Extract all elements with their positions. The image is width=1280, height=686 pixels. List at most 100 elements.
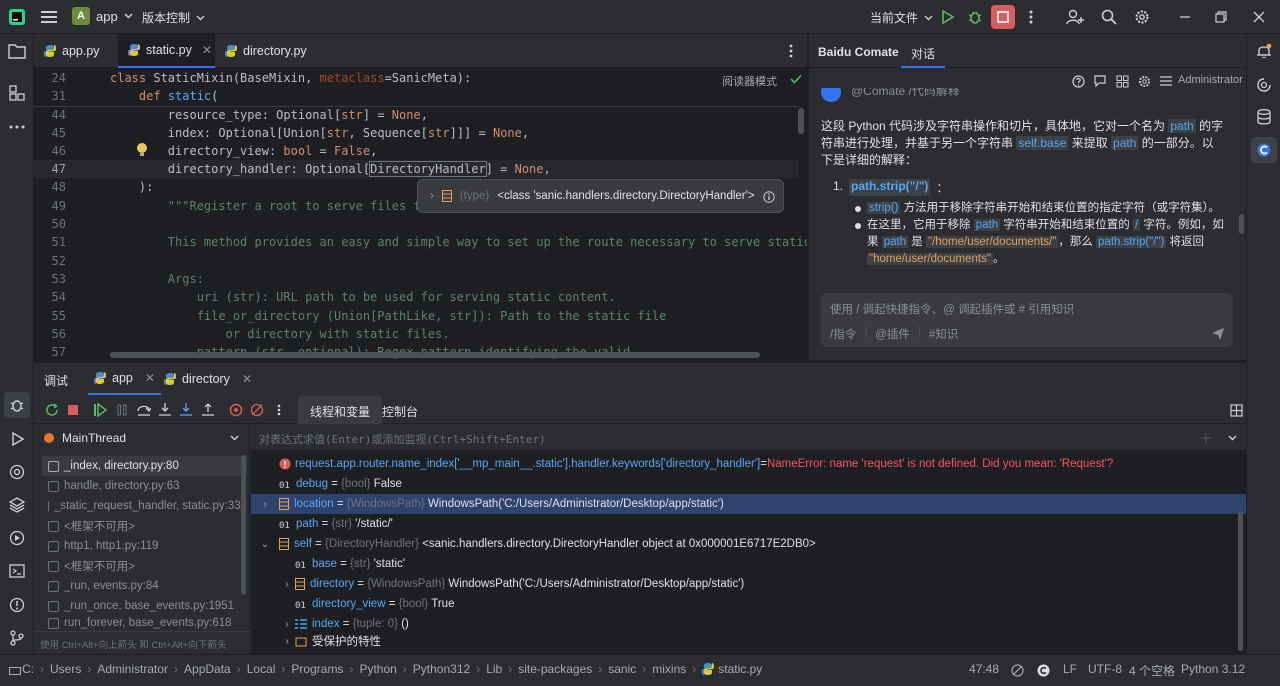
stack-frame[interactable]: _run, events.py:84: [42, 576, 247, 596]
vertical-scrollbar[interactable]: [798, 108, 804, 134]
variable-row-selected[interactable]: › location = {WindowsPath} WindowsPath('…: [251, 494, 1246, 514]
collapse-chevron-icon[interactable]: ⌄: [251, 539, 279, 550]
problems-icon[interactable]: [8, 596, 26, 614]
expand-chevron-icon[interactable]: ›: [279, 579, 295, 590]
send-icon[interactable]: [1211, 327, 1225, 341]
add-user-icon[interactable]: [1066, 8, 1084, 26]
info-icon[interactable]: [762, 190, 775, 203]
restore-icon[interactable]: [1212, 8, 1230, 26]
ai-assistant-icon[interactable]: [1255, 76, 1273, 94]
expand-chevron-icon[interactable]: ›: [279, 636, 295, 647]
horizontal-scrollbar[interactable]: [110, 352, 760, 358]
code-editor[interactable]: 24 class StaticMixin(BaseMixin, metaclass…: [34, 68, 807, 360]
notifications-bell-icon[interactable]: [1255, 42, 1273, 60]
breadcrumb-item[interactable]: site-packages: [518, 662, 592, 676]
breadcrumb-item[interactable]: Local: [247, 662, 276, 676]
minimize-icon[interactable]: [1176, 8, 1194, 26]
breadcrumb-item[interactable]: Users: [50, 662, 81, 676]
python-interpreter[interactable]: Python 3.12: [1181, 662, 1245, 676]
close-window-icon[interactable]: [1250, 8, 1268, 26]
help-icon[interactable]: [1071, 74, 1085, 88]
breadcrumb-item[interactable]: C:: [22, 662, 34, 676]
debug-tool-icon[interactable]: [4, 392, 30, 418]
resume-icon[interactable]: [92, 402, 108, 418]
structure-icon[interactable]: [8, 84, 26, 102]
chevron-down-icon[interactable]: [1225, 431, 1239, 445]
tab-static-py[interactable]: static.py ✕: [118, 34, 215, 68]
chat-scrollbar[interactable]: [1239, 214, 1244, 234]
tab-app-py[interactable]: app.py: [34, 34, 118, 68]
stack-frame[interactable]: run_forever, base_events.py:618: [42, 616, 247, 630]
project-folder-icon[interactable]: [8, 42, 26, 60]
stack-frame[interactable]: <框架不可用>: [42, 516, 247, 536]
services-icon[interactable]: [8, 529, 26, 547]
comate-status-icon[interactable]: [1036, 663, 1050, 677]
stack-frame[interactable]: handle, directory.py:63: [42, 476, 247, 496]
chat-history-icon[interactable]: [1093, 74, 1107, 88]
close-tab-icon[interactable]: ✕: [242, 372, 252, 386]
frames-scrollbar[interactable]: [241, 455, 246, 595]
command-hint[interactable]: /指令: [830, 326, 856, 342]
variable-row[interactable]: › directory = {WindowsPath} WindowsPath(…: [279, 574, 744, 594]
stack-frame[interactable]: http1, http1.py:119: [42, 536, 247, 556]
close-tab-icon[interactable]: ✕: [145, 371, 155, 385]
step-over-icon[interactable]: [136, 402, 152, 418]
layers-icon[interactable]: [8, 496, 26, 514]
comate-settings-icon[interactable]: [1137, 74, 1151, 88]
plugins-grid-icon[interactable]: [1115, 74, 1129, 88]
expand-chevron-icon[interactable]: ›: [251, 499, 279, 510]
run-config-selector[interactable]: 当前文件: [870, 9, 933, 26]
python-packages-icon[interactable]: [8, 463, 26, 481]
expand-chevron-icon[interactable]: ›: [430, 190, 434, 202]
tab-directory-py[interactable]: directory.py: [215, 34, 315, 68]
pause-icon[interactable]: [114, 402, 130, 418]
database-icon[interactable]: [1255, 108, 1273, 126]
git-icon[interactable]: [8, 629, 26, 647]
breadcrumb-item[interactable]: static.py: [702, 662, 762, 676]
stack-frame[interactable]: _run_once, base_events.py:1951: [42, 596, 247, 616]
debug-bug-icon[interactable]: [966, 8, 984, 26]
stack-frame[interactable]: _static_request_handler, static.py:332: [42, 496, 247, 516]
step-out-icon[interactable]: [200, 402, 216, 418]
breadcrumb-item[interactable]: Administrator: [97, 662, 168, 676]
breadcrumb-item[interactable]: Python: [359, 662, 396, 676]
add-watch-icon[interactable]: [1199, 431, 1213, 445]
knowledge-hint[interactable]: #知识: [929, 326, 958, 342]
variable-row[interactable]: 01 debug = {bool} False: [279, 474, 402, 494]
comate-chat-tab[interactable]: 对话: [901, 34, 946, 68]
no-inspections-icon[interactable]: [1010, 663, 1024, 677]
search-icon[interactable]: [1100, 8, 1118, 26]
step-into-my-code-icon[interactable]: [178, 402, 194, 418]
project-selector[interactable]: A app: [72, 7, 133, 25]
variable-row[interactable]: 01 directory_view = {bool} True: [295, 594, 454, 614]
vcs-selector[interactable]: 版本控制: [142, 9, 205, 26]
variable-row[interactable]: 01 base = {str} 'static': [295, 554, 405, 574]
chat-input-box[interactable]: 使用 / 调起快捷指令、@ 调起插件或 # 引用知识 /指令 | @插件 | #知识: [821, 293, 1233, 347]
stack-frame[interactable]: <框架不可用>: [42, 556, 247, 576]
mute-breakpoints-icon[interactable]: [249, 402, 265, 418]
layout-settings-icon[interactable]: [1228, 402, 1244, 418]
debug-session-tab-directory[interactable]: directory ✕: [158, 363, 258, 395]
breadcrumb-item[interactable]: AppData: [184, 662, 231, 676]
run-tool-icon[interactable]: [8, 430, 26, 448]
line-separator[interactable]: LF: [1063, 662, 1077, 676]
breadcrumb-item[interactable]: mixins: [652, 662, 686, 676]
indent-setting[interactable]: 4 个空格: [1129, 662, 1175, 679]
variable-row[interactable]: 01 path = {str} '/static/': [279, 514, 393, 534]
caret-position[interactable]: 47:48: [969, 662, 999, 676]
tab-console[interactable]: 控制台: [370, 396, 430, 424]
tab-options-icon[interactable]: [784, 44, 798, 58]
close-tab-icon[interactable]: ✕: [202, 43, 212, 57]
more-tools-icon[interactable]: [8, 118, 26, 136]
run-icon[interactable]: [938, 8, 956, 26]
rerun-icon[interactable]: [44, 402, 60, 418]
settings-gear-icon[interactable]: [1133, 8, 1151, 26]
expand-chevron-icon[interactable]: ›: [279, 619, 295, 630]
error-row[interactable]: request.app.router.name_index['__mp_main…: [279, 454, 1113, 474]
terminal-icon[interactable]: [8, 562, 26, 580]
evaluate-expression-field[interactable]: 对表达式求值(Enter)或添加监视(Ctrl+Shift+Enter): [251, 425, 1246, 451]
stop-button[interactable]: [991, 5, 1015, 29]
main-menu-icon[interactable]: [40, 8, 58, 26]
variable-row[interactable]: › index = {tuple: 0} (): [279, 614, 409, 634]
variable-row[interactable]: ⌄ self = {DirectoryHandler} <sanic.handl…: [251, 534, 816, 554]
